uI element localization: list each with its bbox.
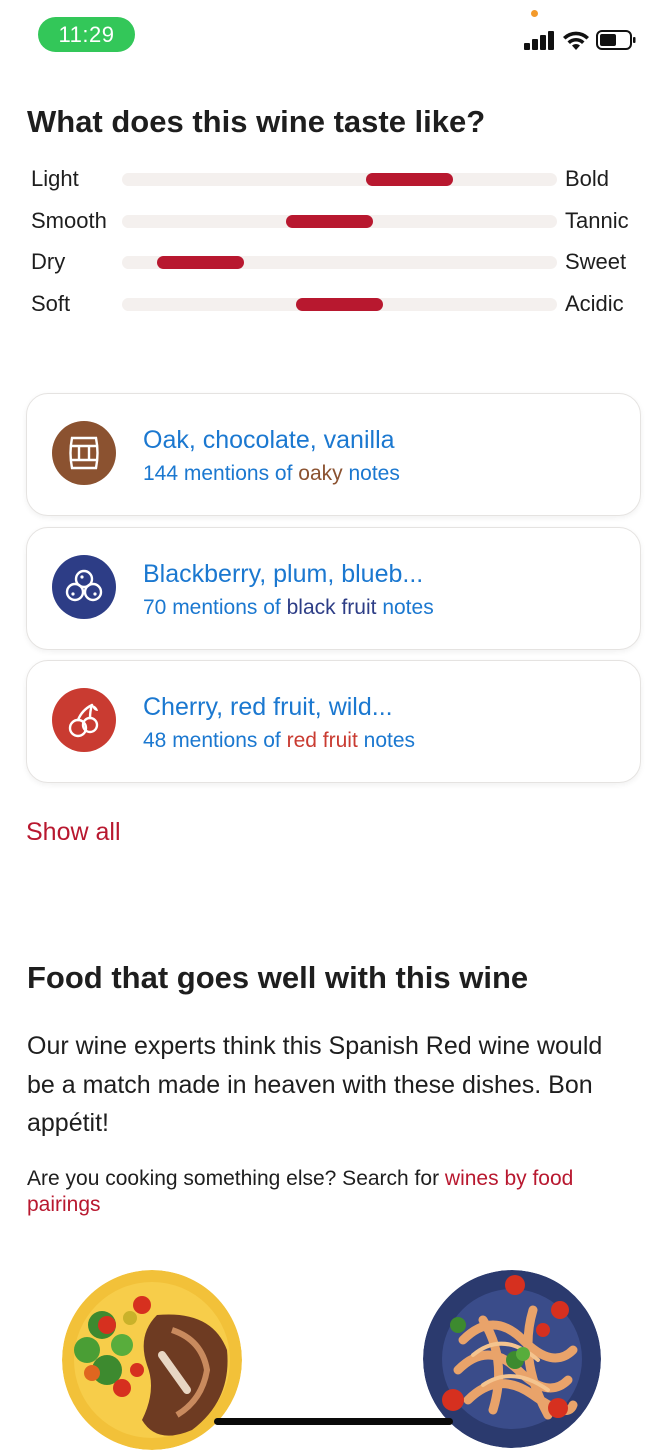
taste-row: Light Bold bbox=[31, 164, 641, 194]
food-search-prefix: Are you cooking something else? Search f… bbox=[27, 1167, 440, 1190]
mentions-suffix: notes bbox=[382, 596, 434, 619]
mentions-count: 70 mentions of bbox=[143, 596, 281, 619]
home-indicator[interactable] bbox=[214, 1418, 453, 1425]
taste-track bbox=[122, 173, 557, 186]
taste-right-label: Sweet bbox=[565, 249, 627, 274]
taste-track bbox=[122, 215, 557, 228]
taste-indicator bbox=[286, 215, 373, 228]
food-search-prompt: Are you cooking something else? Search f… bbox=[27, 1166, 627, 1218]
flavor-card-mentions: 144 mentions of oaky notes bbox=[143, 462, 400, 486]
taste-row: Soft Acidic bbox=[31, 289, 641, 319]
barrel-icon bbox=[52, 421, 116, 485]
cherry-icon bbox=[52, 688, 116, 752]
mentions-suffix: notes bbox=[363, 729, 416, 752]
taste-indicator bbox=[366, 173, 453, 186]
flavor-category: red fruit bbox=[286, 729, 358, 752]
taste-right-label: Bold bbox=[565, 166, 610, 191]
wifi-icon bbox=[562, 29, 590, 51]
taste-right-label: Tannic bbox=[565, 208, 629, 233]
taste-indicator bbox=[157, 256, 244, 269]
flavor-card-mentions: 70 mentions of black fruit notes bbox=[143, 596, 434, 620]
taste-left-label: Dry bbox=[31, 249, 66, 274]
taste-section-title: What does this wine taste like? bbox=[27, 104, 486, 139]
taste-right-label: Acidic bbox=[565, 291, 624, 316]
flavor-card-mentions: 48 mentions of red fruit notes bbox=[143, 729, 415, 753]
flavor-card-black-fruit[interactable]: Blackberry, plum, blueb... 70 mentions o… bbox=[26, 527, 641, 650]
food-section-title: Food that goes well with this wine bbox=[27, 960, 529, 995]
taste-left-label: Soft bbox=[31, 291, 71, 316]
mentions-count: 48 mentions of bbox=[143, 729, 281, 752]
flavor-card-oak[interactable]: Oak, chocolate, vanilla 144 mentions of … bbox=[26, 393, 641, 516]
privacy-indicator-dot bbox=[531, 10, 538, 17]
flavor-card-title: Oak, chocolate, vanilla bbox=[143, 426, 395, 454]
taste-track bbox=[122, 256, 557, 269]
taste-indicator bbox=[296, 298, 383, 311]
food-description: Our wine experts think this Spanish Red … bbox=[27, 1032, 603, 1137]
taste-left-label: Smooth bbox=[31, 208, 107, 233]
taste-left-label: Light bbox=[31, 166, 79, 191]
status-bar: 11:29 bbox=[0, 0, 666, 66]
mentions-count: 144 mentions of bbox=[143, 462, 293, 485]
battery-icon bbox=[596, 30, 636, 50]
flavor-card-title: Cherry, red fruit, wild... bbox=[143, 693, 393, 721]
taste-track bbox=[122, 298, 557, 311]
flavor-card-red-fruit[interactable]: Cherry, red fruit, wild... 48 mentions o… bbox=[26, 660, 641, 783]
berries-icon bbox=[52, 555, 116, 619]
flavor-category: oaky bbox=[298, 462, 343, 485]
flavor-card-title: Blackberry, plum, blueb... bbox=[143, 560, 424, 588]
flavor-category: black fruit bbox=[286, 596, 377, 619]
status-time[interactable]: 11:29 bbox=[38, 17, 135, 52]
mentions-suffix: notes bbox=[348, 462, 400, 485]
taste-row: Dry Sweet bbox=[31, 247, 641, 277]
show-all-link[interactable]: Show all bbox=[26, 818, 121, 847]
taste-row: Smooth Tannic bbox=[31, 206, 641, 236]
cellular-signal-icon bbox=[524, 30, 556, 50]
